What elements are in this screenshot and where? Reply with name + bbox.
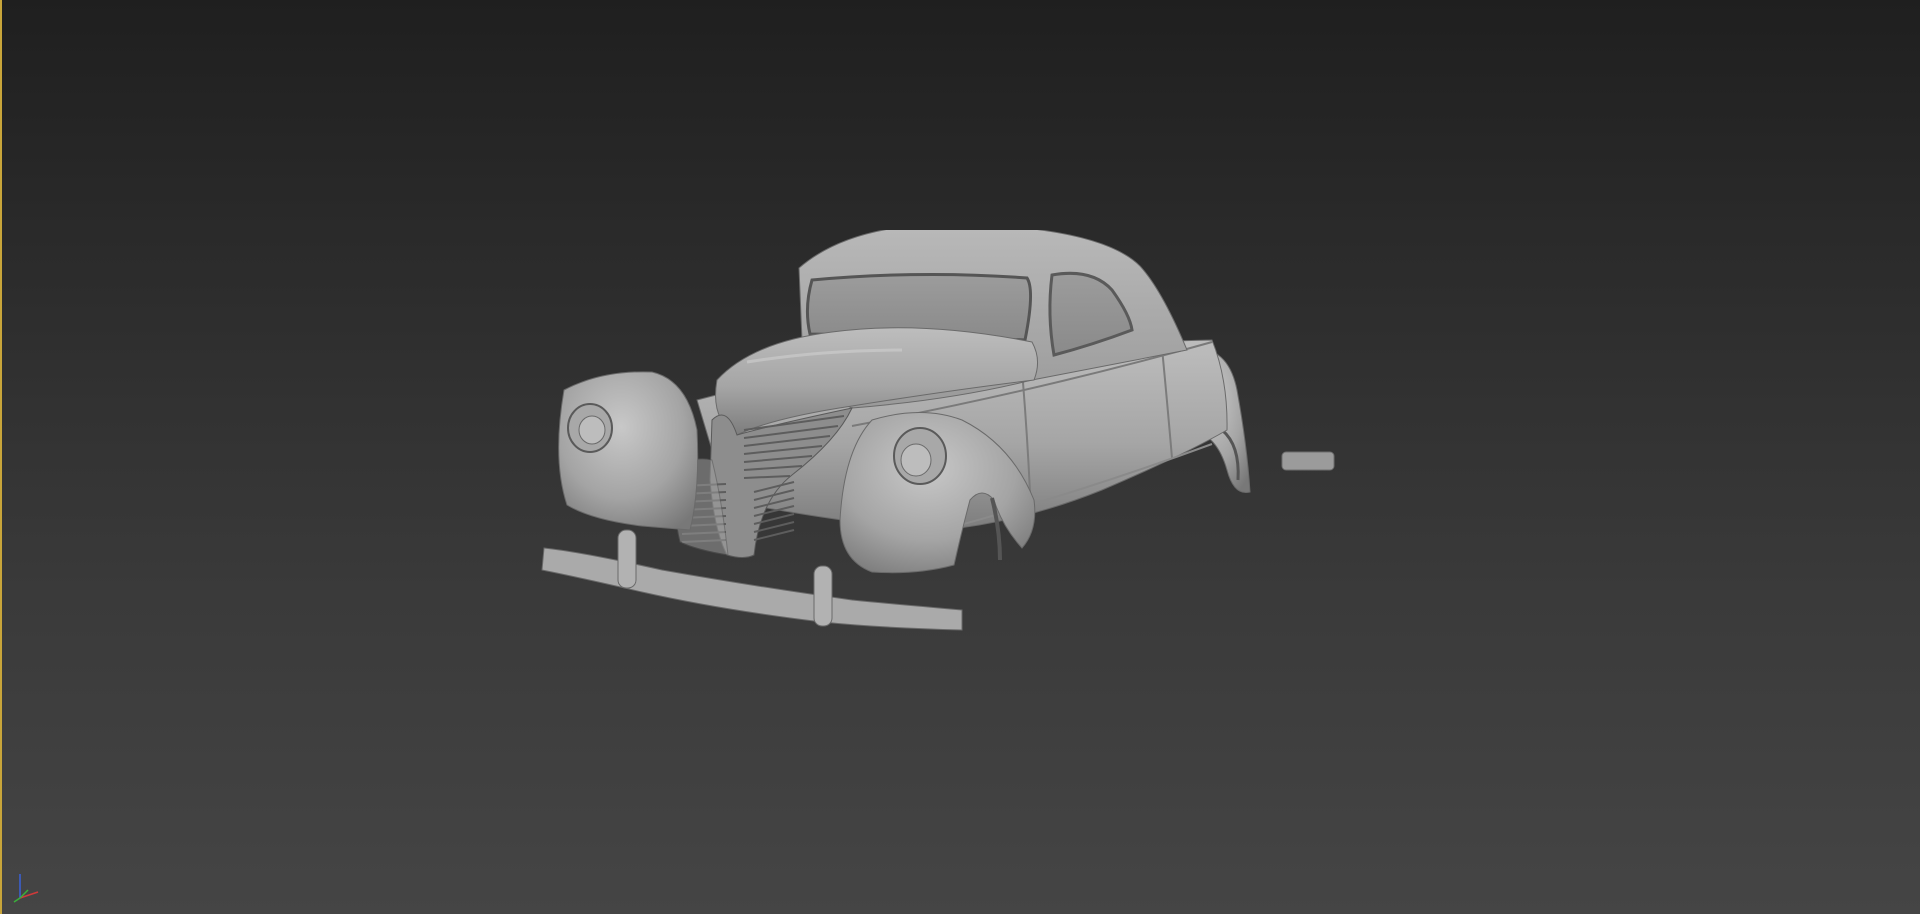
xyz-axis-tripod-icon xyxy=(13,874,39,903)
3d-viewport[interactable] xyxy=(0,0,1920,914)
front-fender-left xyxy=(558,371,699,531)
headlight-right xyxy=(893,427,947,485)
car-body-model[interactable] xyxy=(522,230,1342,750)
axis-gizmo xyxy=(8,864,52,908)
headlight-left xyxy=(567,403,613,453)
rear-bumper-stub xyxy=(1281,451,1335,471)
